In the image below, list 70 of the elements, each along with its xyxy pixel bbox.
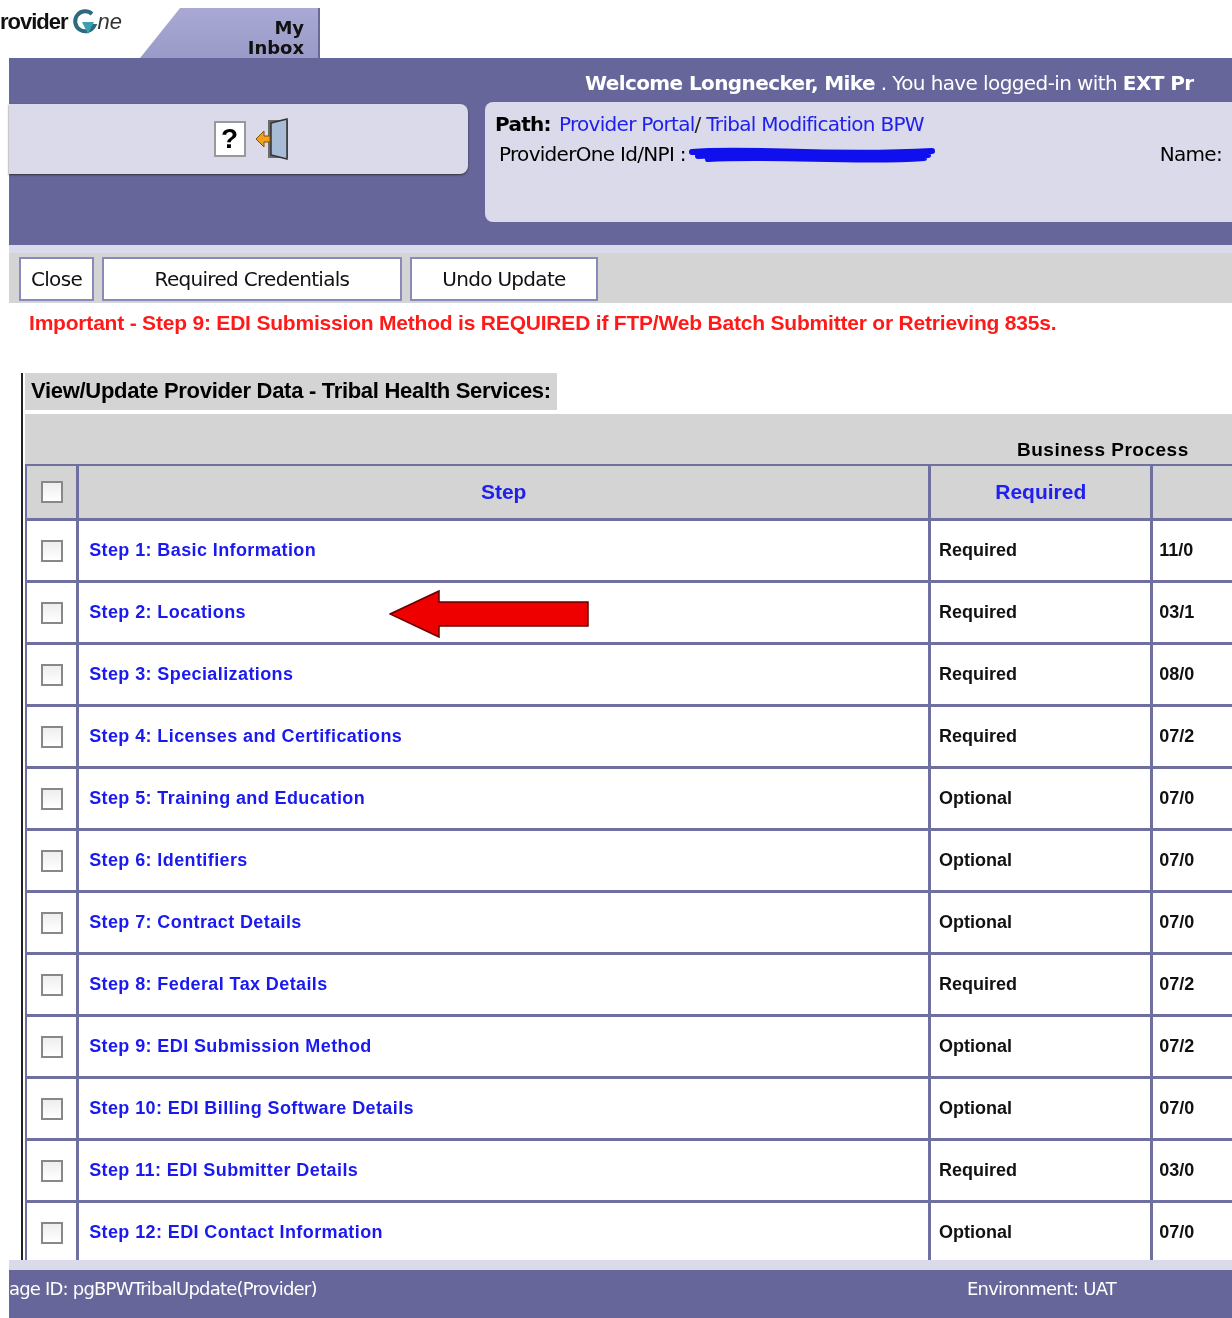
table-cell: Optional xyxy=(931,831,1154,890)
step-link[interactable]: Step 5: Training and Education xyxy=(89,788,366,809)
name-label: Name: xyxy=(1159,142,1222,166)
table-cell-text: 11/0 xyxy=(1158,539,1195,562)
checkbox[interactable] xyxy=(40,787,63,810)
step-link[interactable]: Step 9: EDI Submission Method xyxy=(89,1036,372,1057)
checkbox[interactable] xyxy=(40,911,63,934)
breadcrumb-link[interactable]: Tribal Modification BPW xyxy=(706,112,924,136)
checkbox[interactable] xyxy=(40,601,63,624)
page-id-text: age ID: pgBPWTribalUpdate(Provider) xyxy=(9,1278,317,1299)
table-cell-text: 07/0 xyxy=(1158,849,1196,872)
table-cell: Optional xyxy=(931,769,1154,828)
checkbox[interactable] xyxy=(40,539,63,562)
table-cell: Required xyxy=(931,583,1154,642)
table-cell: Optional xyxy=(931,1017,1154,1076)
step-link[interactable]: Step 3: Specializations xyxy=(89,664,294,685)
table-cell: Required xyxy=(931,521,1154,580)
step-link[interactable]: Step 6: Identifiers xyxy=(89,850,248,871)
table-cell: Required xyxy=(931,955,1154,1014)
table-cell-text: 07/2 xyxy=(1158,1035,1196,1058)
table-cell-text: 07/2 xyxy=(1158,725,1196,748)
step-link[interactable]: Step 10: EDI Billing Software Details xyxy=(89,1098,414,1119)
checkbox[interactable] xyxy=(40,849,63,872)
notice-text: Important - Step 9: EDI Submission Method is REQUIRED if FTP/Web Batch Submitter or Retrieving 835s. xyxy=(28,310,1058,335)
table-cell-text: 07/0 xyxy=(1158,911,1196,934)
table-cell-text: 07/2 xyxy=(1158,973,1196,996)
provider-id-label: ProviderOne Id/NPI : xyxy=(499,142,686,166)
section-title: View/Update Provider Data - Tribal Health Services: xyxy=(25,373,557,410)
checkbox[interactable] xyxy=(40,1221,63,1244)
step-link[interactable]: Step 7: Contract Details xyxy=(89,912,302,933)
logo-text: ne xyxy=(97,9,123,35)
checkbox[interactable] xyxy=(40,481,63,503)
environment-text: Environment: UAT xyxy=(967,1278,1116,1299)
step-link[interactable]: Step 11: EDI Submitter Details xyxy=(89,1160,359,1181)
table-cell-text: 07/0 xyxy=(1158,787,1196,810)
table-cell-text: 03/0 xyxy=(1158,1159,1196,1182)
table-cell: Required xyxy=(931,645,1154,704)
table-cell-text: 07/0 xyxy=(1158,1097,1196,1120)
breadcrumb-separator: / xyxy=(694,112,702,136)
table-cell-text: 07/0 xyxy=(1158,1221,1196,1244)
toolbar-button[interactable]: Undo Update xyxy=(410,257,598,301)
checkbox[interactable] xyxy=(40,1159,63,1182)
help-icon[interactable]: ? xyxy=(213,121,246,157)
path-label: Path: xyxy=(495,112,551,136)
toolbar-button[interactable]: Required Credentials xyxy=(102,257,402,301)
table-cell: Required xyxy=(931,1141,1154,1200)
logo-text: rovider xyxy=(0,9,68,35)
checkbox[interactable] xyxy=(40,663,63,686)
step-link[interactable]: Step 1: Basic Information xyxy=(89,540,317,561)
breadcrumb-link[interactable]: Provider Portal xyxy=(558,112,695,136)
table-cell-text: 08/0 xyxy=(1158,663,1196,686)
step-link[interactable]: Step 8: Federal Tax Details xyxy=(89,974,328,995)
table-cell-text: 03/1 xyxy=(1158,601,1196,624)
checkbox[interactable] xyxy=(40,1035,63,1058)
table-cell: Optional xyxy=(931,893,1154,952)
checkbox[interactable] xyxy=(40,1097,63,1120)
column-header[interactable]: Required xyxy=(931,466,1154,518)
inbox-tab[interactable]: My Inbox xyxy=(140,8,321,58)
group-header-text: Business Process xyxy=(1017,439,1189,461)
checkbox[interactable] xyxy=(40,725,63,748)
column-header[interactable]: Step xyxy=(79,466,932,518)
step-link[interactable]: Step 12: EDI Contact Information xyxy=(89,1222,383,1243)
step-link[interactable]: Step 2: Locations xyxy=(89,602,246,623)
checkbox[interactable] xyxy=(40,973,63,996)
table-cell: Optional xyxy=(931,1079,1154,1138)
step-link[interactable]: Step 4: Licenses and Certifications xyxy=(89,726,403,747)
toolbar-button[interactable]: Close xyxy=(19,257,94,301)
table-cell: Required xyxy=(931,707,1154,766)
welcome-text: Welcome Longnecker, Mike . You have logged-in with EXT Pr xyxy=(584,70,1195,97)
table-cell: Optional xyxy=(931,1203,1154,1260)
